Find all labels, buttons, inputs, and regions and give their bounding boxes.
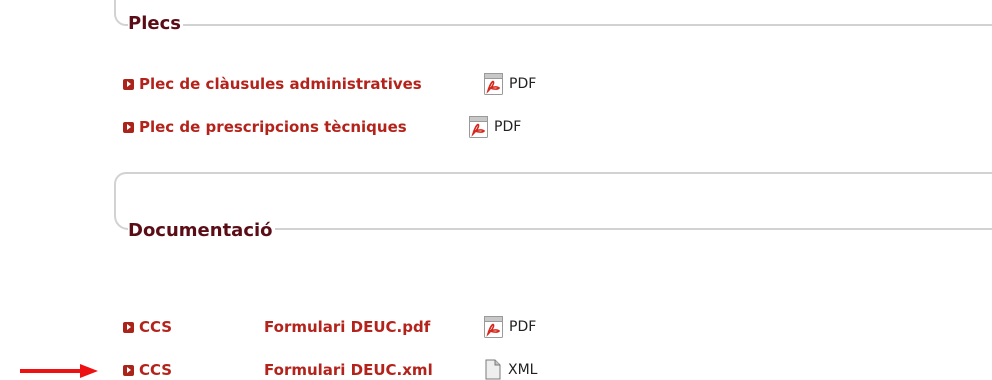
file-format-label: PDF [494, 119, 522, 135]
link-organ-ccs[interactable]: CCS [139, 317, 172, 337]
list-item-deuc-pdf: CCS Formulari DEUC.pdf PDF [123, 316, 563, 338]
section-title-documentacio: Documentació [128, 220, 275, 242]
page: Plecs Plec de clàusules administratives … [0, 0, 992, 380]
plecs-fieldset-frame [114, 0, 992, 26]
list-item-deuc-xml: CCS Formulari DEUC.xml XML [123, 359, 563, 380]
xml-file-icon[interactable] [485, 359, 501, 380]
pdf-icon[interactable] [469, 116, 488, 138]
link-formulari-deuc-xml[interactable]: Formulari DEUC.xml [264, 360, 433, 380]
pdf-icon[interactable] [484, 316, 503, 338]
file-format-label: XML [508, 362, 538, 378]
list-item-plec-prescripcions: Plec de prescripcions tècniques PDF [123, 116, 563, 138]
link-plec-prescripcions-tecniques[interactable]: Plec de prescripcions tècniques [139, 117, 407, 137]
pdf-icon[interactable] [484, 73, 503, 95]
list-item-plec-administratives: Plec de clàusules administratives PDF [123, 73, 563, 95]
link-plec-clausules-administratives[interactable]: Plec de clàusules administratives [139, 74, 422, 94]
bullet-icon [123, 79, 134, 90]
file-format-label: PDF [509, 319, 537, 335]
link-formulari-deuc-pdf[interactable]: Formulari DEUC.pdf [264, 317, 430, 337]
bullet-icon [123, 365, 134, 376]
file-format-label: PDF [509, 76, 537, 92]
link-organ-ccs[interactable]: CCS [139, 360, 172, 380]
section-title-plecs: Plecs [128, 13, 183, 35]
red-arrow-icon [20, 364, 98, 378]
bullet-icon [123, 122, 134, 133]
bullet-icon [123, 322, 134, 333]
